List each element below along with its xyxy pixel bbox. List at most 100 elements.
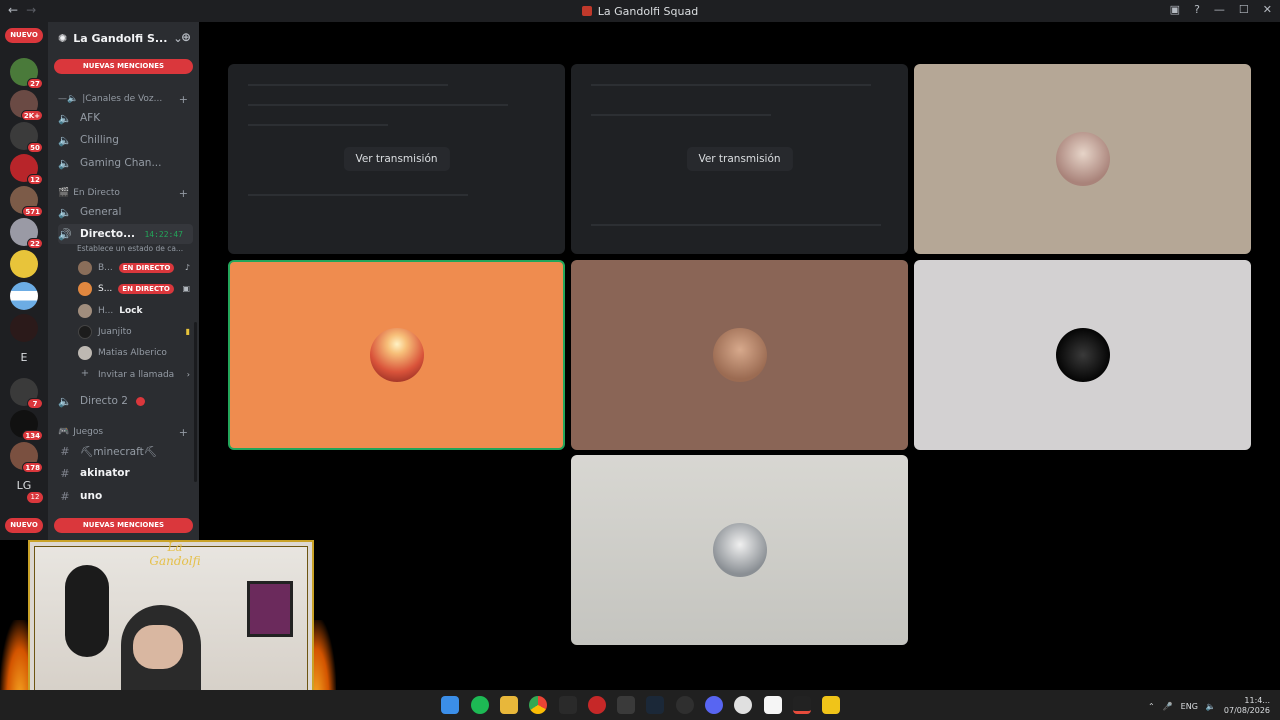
voice-channel-chilling[interactable]: 🔈 Chilling (58, 130, 193, 150)
stream-tile[interactable]: Ver transmisión (571, 64, 908, 254)
text-channel-minecraft[interactable]: # ⛏minecraft⛏ (58, 441, 193, 461)
minimize-icon[interactable]: — (1214, 3, 1225, 16)
app-icon[interactable] (822, 696, 840, 714)
maximize-icon[interactable]: ☐ (1239, 3, 1249, 16)
mic-icon[interactable]: 🎤 (1163, 702, 1173, 711)
server-icon[interactable]: 178 (10, 442, 43, 473)
clock-app-icon[interactable] (734, 696, 752, 714)
new-unread-pill[interactable]: NUEVO (5, 518, 43, 533)
voice-user[interactable]: S... EN DIRECTO ▣ (78, 279, 193, 298)
guild-header[interactable]: ✺ La Gandolfi S... ⌄ ⊕ (48, 22, 199, 54)
discord-icon[interactable] (705, 696, 723, 714)
server-icon[interactable]: 7 (10, 378, 43, 409)
category-voice[interactable]: —🔈 |Canales de Voz... + (58, 93, 188, 106)
channel-status[interactable]: Establece un estado de ca... (77, 244, 183, 253)
voice-channel-directo[interactable]: 🔊 Directo... 14:22:47 (58, 224, 193, 244)
new-mentions-pill[interactable]: NUEVAS MENCIONES (54, 59, 193, 74)
notion-icon[interactable] (764, 696, 782, 714)
inbox-icon[interactable]: ▣ (1170, 3, 1180, 16)
streamer-face (133, 625, 183, 669)
server-icon[interactable]: 50 (10, 122, 43, 153)
user-tile[interactable] (914, 260, 1251, 450)
taskbar: ⌃ 🎤 ENG 🔈 11:4... 07/08/2026 (0, 690, 1280, 720)
text-channel-akinator[interactable]: # akinator (58, 463, 193, 483)
server-badge: 27 (27, 78, 43, 89)
window-title-text: La Gandolfi Squad (597, 5, 699, 18)
category-label: Juegos (73, 427, 104, 437)
channel-label: akinator (80, 467, 130, 479)
server-badge: 50 (27, 142, 43, 153)
chevron-up-icon[interactable]: ⌃ (1148, 702, 1155, 711)
server-icon[interactable]: 571 (10, 186, 43, 217)
windows-start-icon[interactable] (441, 696, 459, 714)
server-icon[interactable]: LG 12 (10, 472, 43, 503)
voice-channel-directo-2[interactable]: 🔈 Directo 2 (58, 391, 193, 411)
voice-user[interactable]: Matias Alberico (78, 343, 193, 362)
user-name: H... (98, 305, 114, 316)
voice-channel-afk[interactable]: 🔈 AFK (58, 108, 193, 128)
volume-icon[interactable]: 🔈 (1206, 702, 1216, 711)
system-tray: ⌃ 🎤 ENG 🔈 11:4... 07/08/2026 (1148, 696, 1270, 716)
epic-games-icon[interactable] (559, 696, 577, 714)
invite-people-icon[interactable]: ⊕ (181, 30, 191, 44)
voice-user[interactable]: Juanjito ▮ (78, 322, 193, 341)
watch-stream-button[interactable]: Ver transmisión (343, 147, 450, 171)
server-rail: NUEVO 27 2K+ 50 12 571 22 E 7 134 178 LG… (0, 22, 48, 540)
server-icon[interactable]: 134 (10, 410, 43, 441)
avatar (1055, 132, 1110, 186)
user-tile[interactable] (571, 455, 908, 645)
app-icon[interactable] (588, 696, 606, 714)
help-icon[interactable]: ? (1194, 3, 1200, 16)
watch-stream-button[interactable]: Ver transmisión (686, 147, 793, 171)
voice-user[interactable]: H... Lock (78, 301, 193, 320)
sidebar-scrollbar[interactable] (194, 322, 197, 482)
user-name: Matias Alberico (98, 347, 167, 358)
clock-date: 07/08/2026 (1223, 706, 1270, 715)
user-tile-speaking[interactable] (228, 260, 565, 450)
server-icon[interactable]: 2K+ (10, 90, 43, 121)
server-icon[interactable]: 22 (10, 218, 43, 249)
server-icon[interactable]: E (10, 344, 38, 372)
chrome-icon[interactable] (529, 696, 547, 714)
obs-icon[interactable] (676, 696, 694, 714)
speaker-icon: 🔈 (58, 156, 72, 170)
server-badge: 134 (22, 430, 43, 441)
add-channel-icon[interactable]: + (179, 426, 188, 439)
live-dot-icon (135, 396, 145, 406)
avatar (78, 303, 92, 318)
server-icon[interactable] (10, 314, 38, 342)
category-games[interactable]: 🎮 Juegos + (58, 426, 188, 439)
invite-to-call[interactable]: + Invitar a llamada › (78, 365, 193, 384)
voice-channel-gaming[interactable]: 🔈 Gaming Chan... (58, 153, 193, 173)
voice-channel-general[interactable]: 🔈 General (58, 202, 193, 222)
server-icon[interactable]: 27 (10, 58, 43, 89)
voice-user[interactable]: B... EN DIRECTO ♪ (78, 258, 193, 277)
category-live[interactable]: 🎬 En Directo + (58, 187, 188, 200)
user-tile[interactable] (914, 64, 1251, 254)
server-icon[interactable]: 12 (10, 154, 43, 185)
new-unread-pill[interactable]: NUEVO (5, 28, 43, 43)
argentina-flag-icon[interactable] (10, 282, 38, 310)
server-badge: 571 (22, 206, 43, 217)
close-icon[interactable]: ✕ (1263, 3, 1272, 16)
add-channel-icon[interactable]: + (179, 93, 188, 106)
call-timer: 14:22:47 (144, 229, 183, 239)
stream-tile[interactable]: Ver transmisión (228, 64, 565, 254)
add-channel-icon[interactable]: + (179, 187, 188, 200)
app-icon[interactable] (793, 696, 811, 714)
system-clock[interactable]: 11:4... 07/08/2026 (1224, 696, 1270, 716)
steam-icon[interactable] (646, 696, 664, 714)
server-icon[interactable] (10, 250, 38, 278)
hash-icon: # (60, 444, 70, 458)
wall-poster (247, 581, 293, 637)
avatar (1055, 328, 1110, 382)
capcut-icon[interactable] (617, 696, 635, 714)
language-indicator[interactable]: ENG (1181, 702, 1198, 711)
user-tile[interactable] (571, 260, 908, 450)
spotify-icon[interactable] (471, 696, 489, 714)
new-mentions-pill[interactable]: NUEVAS MENCIONES (54, 518, 193, 533)
avatar (712, 328, 767, 382)
text-channel-uno[interactable]: # uno (58, 486, 193, 506)
file-explorer-icon[interactable] (500, 696, 518, 714)
live-badge: EN DIRECTO (118, 283, 174, 294)
